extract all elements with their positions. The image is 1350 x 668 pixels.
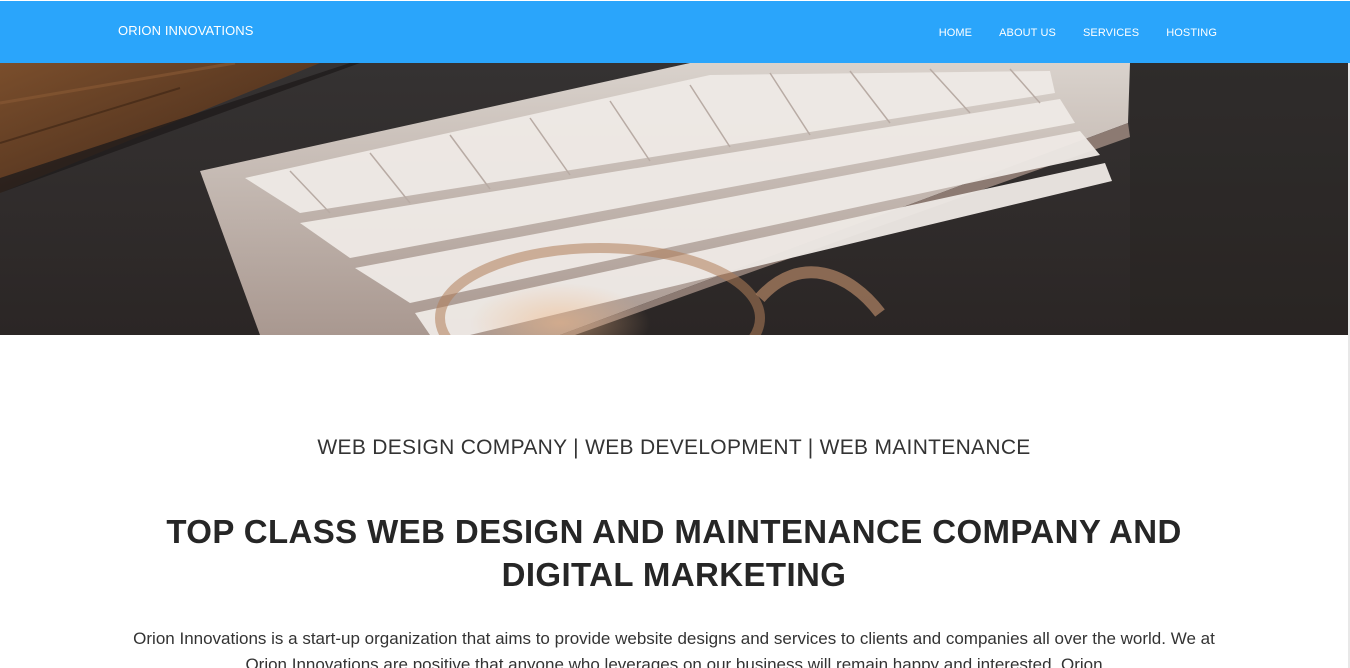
nav-link-home[interactable]: HOME [939, 27, 972, 39]
page-headline: TOP CLASS WEB DESIGN AND MAINTENANCE COM… [166, 513, 1182, 593]
nav-link-services[interactable]: SERVICES [1083, 27, 1139, 39]
keyboard-photo-illustration [0, 63, 1348, 335]
nav-link-hosting[interactable]: HOSTING [1166, 27, 1217, 39]
menu-item-hosting: HOSTING [1166, 23, 1217, 41]
hero-image [0, 63, 1348, 335]
page: ORION INNOVATIONS HOME ABOUT US SERVICES… [0, 0, 1350, 668]
brand-logo-link[interactable]: ORION INNOVATIONS [118, 23, 254, 38]
top-navbar: ORION INNOVATIONS HOME ABOUT US SERVICES… [0, 0, 1350, 63]
menu-item-about-us: ABOUT US [999, 23, 1056, 41]
main-menu: HOME ABOUT US SERVICES HOSTING [912, 23, 1217, 41]
services-tagline: WEB DESIGN COMPANY | WEB DEVELOPMENT | W… [317, 436, 1031, 459]
nav-link-about-us[interactable]: ABOUT US [999, 27, 1056, 39]
menu-item-services: SERVICES [1083, 23, 1139, 41]
menu-item-home: HOME [939, 23, 972, 41]
intro-paragraph: Orion Innovations is a start-up organiza… [133, 629, 1215, 668]
